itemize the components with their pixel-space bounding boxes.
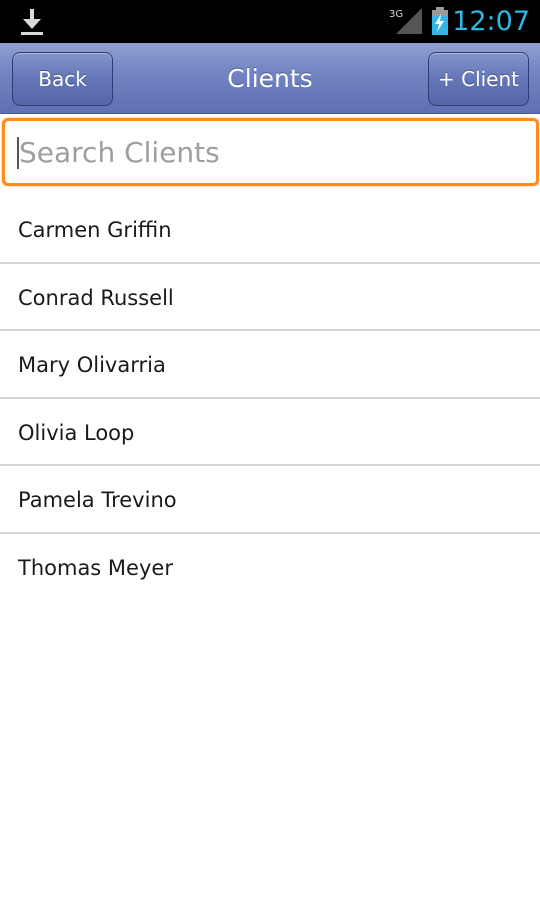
page-title: Clients (227, 64, 313, 93)
client-list-item[interactable]: Thomas Meyer (0, 534, 540, 602)
header-bar: Back Clients + Client (0, 43, 540, 114)
client-list-item[interactable]: Olivia Loop (0, 399, 540, 466)
add-client-button[interactable]: + Client (428, 52, 529, 106)
signal-3g-icon: 3G (389, 8, 422, 34)
download-icon (21, 9, 43, 35)
text-cursor (17, 137, 19, 169)
client-list-item[interactable]: Conrad Russell (0, 264, 540, 331)
clock: 12:07 (452, 6, 530, 37)
client-list: Carmen Griffin Conrad Russell Mary Oliva… (0, 196, 540, 601)
battery-charging-icon (432, 7, 448, 35)
client-list-item[interactable]: Pamela Trevino (0, 466, 540, 534)
search-input[interactable] (19, 127, 519, 177)
status-bar: 3G 12:07 (0, 0, 540, 43)
search-field-frame (2, 118, 539, 186)
client-list-item[interactable]: Mary Olivarria (0, 331, 540, 399)
back-button[interactable]: Back (12, 52, 113, 106)
signal-label: 3G (389, 9, 403, 20)
search-bar (0, 115, 540, 189)
client-list-item[interactable]: Carmen Griffin (0, 196, 540, 264)
